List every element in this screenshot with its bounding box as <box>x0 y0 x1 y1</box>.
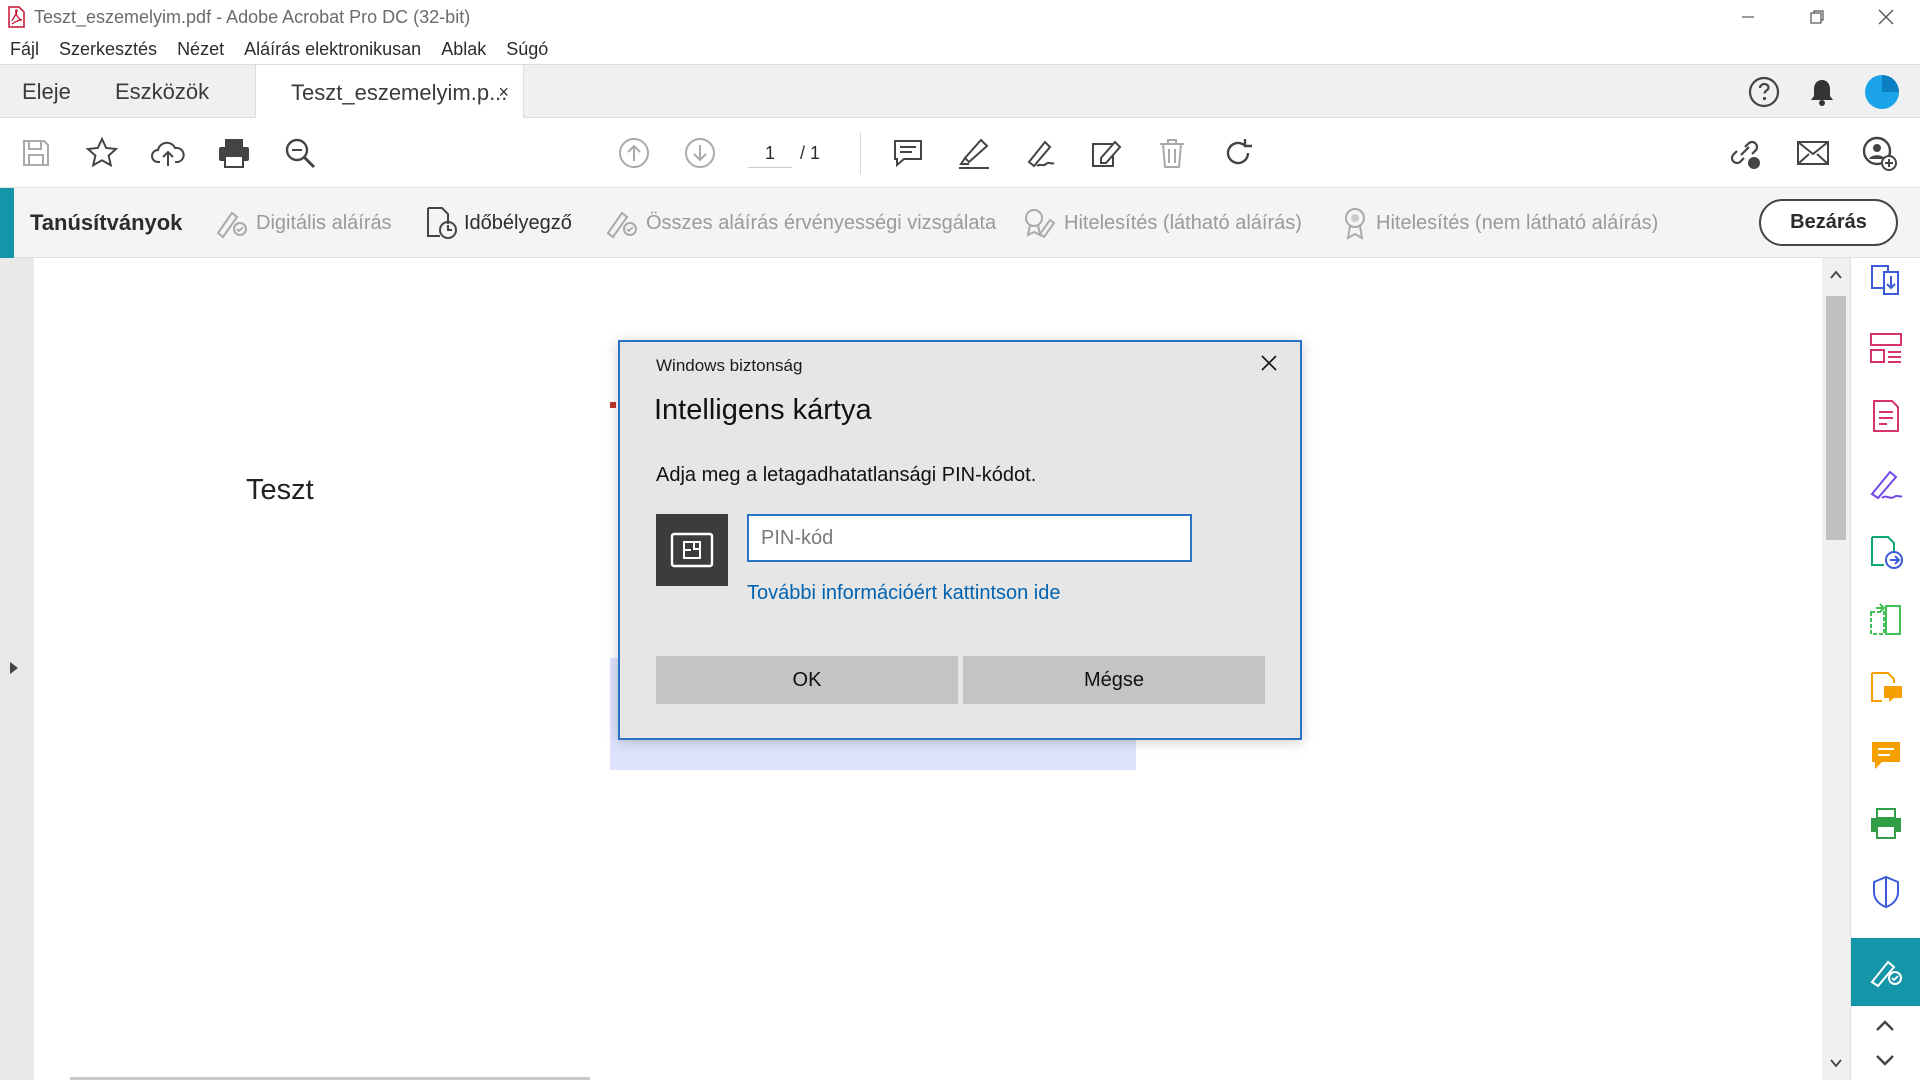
menu-help[interactable]: Súgó <box>506 39 548 60</box>
menu-view[interactable]: Nézet <box>177 39 224 60</box>
window-title: Teszt_eszemelyim.pdf - Adobe Acrobat Pro… <box>34 6 471 27</box>
timestamp-label: Időbélyegző <box>464 211 572 234</box>
scroll-up-icon[interactable] <box>1830 270 1842 280</box>
comment-tool-icon[interactable] <box>1868 738 1904 774</box>
certify-invisible-button[interactable]: Hitelesítés (nem látható aláírás) <box>1340 206 1658 240</box>
scroll-down-icon[interactable] <box>1830 1058 1842 1068</box>
share-link-icon[interactable] <box>1727 135 1763 171</box>
menu-window[interactable]: Ablak <box>441 39 486 60</box>
fill-and-sign-icon[interactable] <box>1868 466 1904 502</box>
dialog-close-icon[interactable] <box>1260 354 1278 372</box>
main-toolbar: 1 / 1 <box>0 118 1920 188</box>
validate-all-button[interactable]: Összes aláírás érvényességi vizsgálata <box>604 206 996 240</box>
tab-document[interactable]: Teszt_eszemelyim.p... × <box>255 65 524 120</box>
delete-trash-icon[interactable] <box>1154 135 1190 171</box>
dialog-title: Intelligens kártya <box>654 394 872 426</box>
tab-document-label: Teszt_eszemelyim.p... <box>291 79 508 105</box>
certificates-title: Tanúsítványok <box>30 210 183 235</box>
windows-security-dialog: Windows biztonság Intelligens kártya Adj… <box>618 340 1302 740</box>
acrobat-pdf-icon <box>6 6 26 28</box>
export-pdf-icon[interactable] <box>1868 262 1904 298</box>
expand-left-panel-icon[interactable] <box>8 660 20 676</box>
vertical-scrollbar[interactable] <box>1822 258 1850 1080</box>
send-for-signature-icon[interactable] <box>1868 534 1904 570</box>
page-number-input[interactable]: 1 <box>748 138 792 168</box>
menu-file[interactable]: Fájl <box>10 39 39 60</box>
print-production-icon[interactable] <box>1868 806 1904 842</box>
certificates-accent-bar <box>0 188 14 258</box>
validate-all-label: Összes aláírás érvényességi vizsgálata <box>646 211 997 234</box>
right-tools-panel <box>1850 258 1920 1080</box>
tab-bar: Eleje Eszközök Teszt_eszemelyim.p... × <box>0 64 1920 120</box>
panel-scroll-down-icon[interactable] <box>1873 1052 1897 1068</box>
compare-files-icon[interactable] <box>1868 602 1904 638</box>
timestamp-icon <box>424 206 464 240</box>
next-page-icon[interactable] <box>682 135 718 171</box>
email-icon[interactable] <box>1795 135 1831 171</box>
fill-sign-icon[interactable] <box>1022 135 1058 171</box>
rotate-icon[interactable] <box>1220 135 1256 171</box>
document-text: Teszt <box>246 474 314 506</box>
save-icon[interactable] <box>18 135 54 171</box>
certify-invisible-label: Hitelesítés (nem látható aláírás) <box>1376 211 1659 234</box>
prepare-form-icon[interactable] <box>1868 398 1904 434</box>
highlight-pen-icon[interactable] <box>956 135 992 171</box>
bell-icon[interactable] <box>1808 77 1836 107</box>
menu-bar: Fájl Szerkesztés Nézet Aláírás elektroni… <box>0 34 1920 64</box>
window-close-button[interactable] <box>1851 0 1920 34</box>
title-bar: Teszt_eszemelyim.pdf - Adobe Acrobat Pro… <box>0 0 1920 34</box>
certify-visible-button[interactable]: Hitelesítés (látható aláírás) <box>1022 206 1302 240</box>
certify-visible-icon <box>1022 206 1064 240</box>
tab-close-icon[interactable]: × <box>498 82 509 103</box>
menu-edit[interactable]: Szerkesztés <box>59 39 157 60</box>
prev-page-icon[interactable] <box>616 135 652 171</box>
add-user-icon[interactable] <box>1861 135 1897 171</box>
certify-invisible-icon <box>1340 206 1376 240</box>
tab-home[interactable]: Eleje <box>22 65 71 119</box>
comment-pdf-icon[interactable] <box>1868 670 1904 706</box>
zoom-search-icon[interactable] <box>282 135 318 171</box>
certificates-toolbar: Tanúsítványok Digitális aláírás Időbélye… <box>0 188 1920 258</box>
tab-tools[interactable]: Eszközök <box>115 65 209 119</box>
digital-sign-icon <box>214 207 256 239</box>
organize-pages-icon[interactable] <box>1868 330 1904 366</box>
menu-e-sign[interactable]: Aláírás elektronikusan <box>244 39 421 60</box>
timestamp-button[interactable]: Időbélyegző <box>424 206 572 240</box>
ok-button[interactable]: OK <box>656 656 958 704</box>
more-info-link[interactable]: További információért kattintson ide <box>747 582 1061 605</box>
cloud-upload-icon[interactable] <box>150 135 186 171</box>
scrollbar-thumb[interactable] <box>1826 296 1846 540</box>
dialog-prompt: Adja meg a letagadhatatlansági PIN-kódot… <box>656 464 1037 486</box>
print-icon[interactable] <box>216 135 252 171</box>
edit-pdf-icon[interactable] <box>1088 135 1124 171</box>
toolbar-divider <box>860 132 861 174</box>
protect-shield-icon[interactable] <box>1868 874 1904 910</box>
help-icon[interactable] <box>1748 76 1780 108</box>
validate-signatures-icon <box>604 207 646 239</box>
restore-button[interactable] <box>1782 0 1851 34</box>
digital-sign-button[interactable]: Digitális aláírás <box>214 206 392 240</box>
cancel-button[interactable]: Mégse <box>963 656 1265 704</box>
dialog-caption: Windows biztonság <box>656 356 803 375</box>
smart-card-icon <box>656 514 728 586</box>
close-certificates-button[interactable]: Bezárás <box>1759 199 1898 246</box>
pin-input[interactable] <box>747 514 1192 562</box>
certificates-tool-active[interactable] <box>1851 938 1920 1006</box>
certify-visible-label: Hitelesítés (látható aláírás) <box>1064 211 1302 234</box>
page-total: / 1 <box>800 143 821 163</box>
account-avatar-icon[interactable] <box>1864 74 1900 110</box>
minimize-button[interactable] <box>1713 0 1782 34</box>
certificates-pen-icon <box>1868 954 1904 990</box>
panel-scroll-up-icon[interactable] <box>1873 1018 1897 1034</box>
digital-sign-label: Digitális aláírás <box>256 211 392 234</box>
signature-field-marker <box>610 402 616 408</box>
bookmark-star-icon[interactable] <box>84 135 120 171</box>
comment-icon[interactable] <box>890 135 926 171</box>
